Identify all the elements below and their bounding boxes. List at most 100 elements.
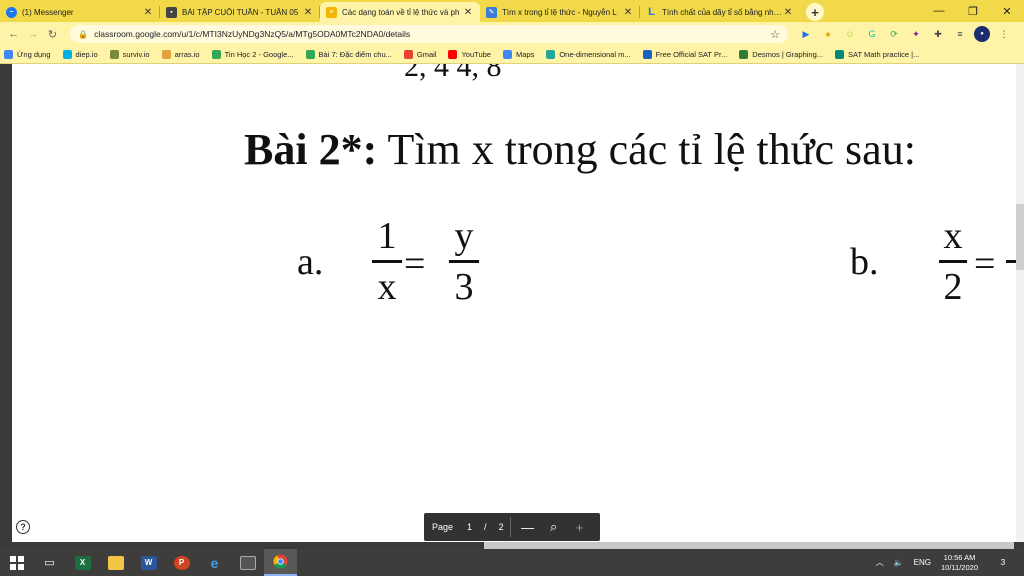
chrome-icon[interactable]	[264, 549, 297, 576]
bookmark-item[interactable]: Desmos | Graphing...	[739, 50, 823, 59]
equals-sign: =	[404, 243, 426, 285]
forward-icon[interactable]: →	[25, 26, 40, 42]
word-icon[interactable]: W	[132, 549, 165, 576]
edge-icon[interactable]: e	[198, 549, 231, 576]
bookmark-label: Gmail	[416, 50, 437, 59]
close-icon[interactable]: ✕	[302, 7, 314, 18]
bookmark-item[interactable]: Maps	[502, 50, 535, 59]
bookmark-icon	[448, 50, 458, 59]
close-icon[interactable]: ✕	[782, 7, 794, 18]
bookmark-item[interactable]: Gmail	[403, 50, 437, 59]
tab-title: Tính chất của dãy tỉ số bằng nhau	[662, 7, 782, 17]
bookmark-item[interactable]: SAT Math practice |...	[835, 50, 919, 59]
bookmark-item[interactable]: diep.io	[62, 50, 98, 59]
tab-tim-x[interactable]: ✎ Tìm x trong tỉ lệ thức - Nguyễn L ✕	[480, 2, 640, 22]
back-icon[interactable]: ←	[6, 26, 21, 42]
document-viewer: 2, 4 4, 8 Bài 2*: Tìm x trong các tỉ lệ …	[0, 64, 1024, 549]
extension-pacman-icon[interactable]: ●	[820, 26, 836, 42]
scrollbar-thumb[interactable]	[1016, 204, 1024, 270]
tab-tinh-chat[interactable]: L Tính chất của dãy tỉ số bằng nhau ✕	[640, 2, 800, 22]
tab-classroom[interactable]: ▪ BÀI TẬP CUỐI TUẦN - TUẦN 05 ✕	[160, 2, 320, 22]
reload-icon[interactable]: ↻	[45, 26, 60, 42]
horizontal-scrollbar[interactable]	[0, 542, 1024, 549]
bookmark-label: Desmos | Graphing...	[752, 50, 824, 59]
extension-game-icon[interactable]: ✦	[908, 26, 924, 42]
extension-face-icon[interactable]: ☺	[842, 26, 858, 42]
extension-puzzle-icon[interactable]: ✚	[930, 26, 946, 42]
previous-line-fragment: 2, 4 4, 8	[404, 64, 502, 83]
start-button[interactable]	[0, 549, 33, 576]
bookmark-label: diep.io	[75, 50, 98, 59]
bookmark-label: surviv.io	[122, 50, 150, 59]
fraction-a-right: y 3	[444, 214, 484, 309]
current-page-input[interactable]: 1	[467, 522, 472, 532]
bookmark-label: Bài 7: Đặc điểm chu...	[318, 50, 392, 59]
excel-icon[interactable]: X	[66, 549, 99, 576]
restore-button[interactable]: ❐	[956, 0, 990, 22]
bookmark-label: Free Official SAT Pr...	[655, 50, 728, 59]
page-separator: /	[484, 522, 487, 532]
numerator: y	[454, 215, 474, 257]
bookmark-item[interactable]: Ứng dụng	[4, 50, 51, 59]
bookmark-label: YouTube	[461, 50, 491, 59]
bookmark-label: Maps	[515, 50, 535, 59]
more-menu-icon[interactable]: ⋮	[996, 26, 1012, 42]
bookmark-item[interactable]: Bài 7: Đặc điểm chu...	[305, 50, 392, 59]
tab-title: Tìm x trong tỉ lệ thức - Nguyễn L	[502, 7, 617, 17]
bookmark-item[interactable]: surviv.io	[109, 50, 150, 59]
extension-play-icon[interactable]: ▶	[798, 26, 814, 42]
bookmark-icon	[109, 50, 119, 59]
zoom-out-button[interactable]: —	[519, 520, 537, 535]
zoom-icon[interactable]: ⌕	[545, 519, 563, 535]
messenger-icon: ~	[6, 6, 17, 18]
bookmark-icon	[211, 50, 221, 59]
language-indicator[interactable]: ENG	[914, 558, 931, 567]
zoom-in-button[interactable]: +	[571, 520, 589, 535]
vertical-scrollbar[interactable]	[1016, 64, 1024, 549]
star-icon[interactable]: ☆	[770, 28, 780, 41]
bookmark-label: Tin Học 2 - Google...	[224, 50, 294, 59]
exercise-number: Bài 2*:	[244, 125, 378, 174]
extension-refresh-icon[interactable]: ⟳	[886, 26, 902, 42]
bookmark-item[interactable]: YouTube	[448, 50, 491, 59]
app-icon[interactable]	[231, 549, 264, 576]
tab-docs-active[interactable]: ≡ Các dạng toán về tỉ lệ thức và ph ✕	[320, 2, 480, 22]
clock[interactable]: 10:56 AM 10/11/2020	[941, 553, 988, 573]
powerpoint-icon[interactable]: P	[165, 549, 198, 576]
bookmark-icon	[502, 50, 512, 59]
minimize-button[interactable]: —	[922, 0, 956, 22]
bookmark-icon	[4, 50, 13, 59]
new-tab-button[interactable]: +	[806, 3, 824, 21]
close-icon[interactable]: ✕	[142, 7, 154, 18]
bookmark-item[interactable]: arras.io	[161, 50, 200, 59]
profile-avatar[interactable]: ●	[974, 26, 991, 42]
tab-messenger[interactable]: ~ (1) Messenger ✕	[0, 2, 160, 22]
bookmark-item[interactable]: One-dimensional m...	[546, 50, 631, 59]
task-view-icon[interactable]: ▭	[33, 549, 66, 576]
bookmark-icon	[642, 50, 652, 59]
extension-grammarly-icon[interactable]: G	[864, 26, 880, 42]
notification-count: 3	[1000, 558, 1006, 567]
tab-title: BÀI TẬP CUỐI TUẦN - TUẦN 05	[182, 7, 299, 17]
windows-logo-icon	[9, 555, 24, 570]
close-window-button[interactable]: ✕	[990, 0, 1024, 22]
bookmark-item[interactable]: Tin Học 2 - Google...	[211, 50, 294, 59]
notification-center-icon[interactable]: 3	[1000, 556, 1016, 570]
classroom-icon: ▪	[166, 6, 177, 18]
url-text[interactable]: classroom.google.com/u/1/c/MTI3NzUyNDg3N…	[94, 29, 770, 39]
address-bar[interactable]: 🔒 classroom.google.com/u/1/c/MTI3NzUyNDg…	[70, 25, 789, 43]
bookmark-icon	[161, 50, 171, 59]
volume-icon[interactable]: 🔈	[894, 558, 904, 567]
numerator: 1	[377, 215, 397, 257]
fraction-bar	[939, 260, 967, 263]
file-explorer-icon[interactable]	[99, 549, 132, 576]
close-icon[interactable]: ✕	[622, 7, 634, 18]
extension-menu-icon[interactable]: ≡	[952, 26, 968, 42]
bookmark-icon	[739, 50, 749, 59]
show-hidden-icons-icon[interactable]: ︿	[876, 557, 884, 568]
bookmark-label: SAT Math practice |...	[848, 50, 920, 59]
close-icon[interactable]: ✕	[462, 7, 474, 18]
scrollbar-thumb[interactable]	[484, 542, 1014, 549]
help-icon[interactable]: ?	[16, 520, 30, 534]
bookmark-item[interactable]: Free Official SAT Pr...	[642, 50, 728, 59]
